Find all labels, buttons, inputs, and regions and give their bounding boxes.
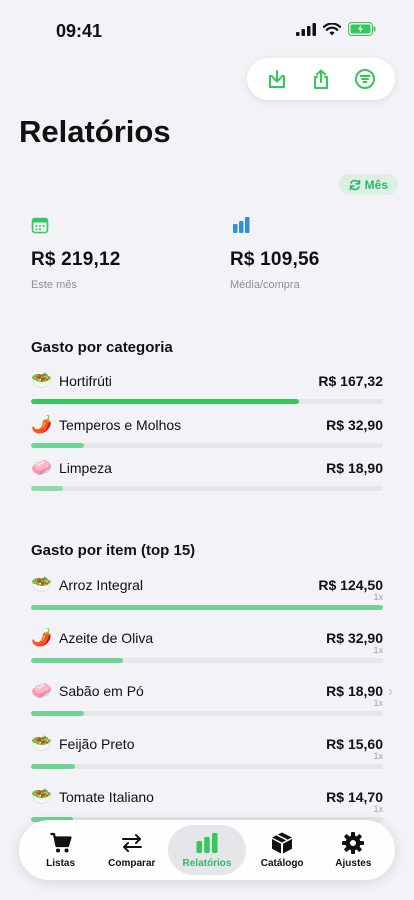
stat-label: Média/compra xyxy=(230,279,300,291)
category-amount: R$ 18,90 xyxy=(326,460,383,476)
stat-month: R$ 219,12 Este mês xyxy=(31,216,120,291)
item-row[interactable]: 🌶️ Azeite de Oliva R$ 32,90 1x xyxy=(31,628,383,663)
item-progress-bar xyxy=(31,605,383,610)
stat-label: Este mês xyxy=(31,279,77,291)
category-progress-fill xyxy=(31,486,63,491)
action-bar xyxy=(247,58,395,100)
tab-listas[interactable]: Listas xyxy=(26,825,96,875)
download-icon xyxy=(269,70,285,88)
battery-icon xyxy=(348,22,376,36)
tab-label: Comparar xyxy=(108,858,156,869)
item-name: Feijão Preto xyxy=(59,736,135,752)
gear-icon xyxy=(342,832,365,854)
chart-icon xyxy=(196,833,218,853)
item-amount: R$ 32,90 xyxy=(326,630,383,646)
item-row[interactable]: 🥗 Tomate Italiano R$ 14,70 1x xyxy=(31,787,383,822)
item-amount: R$ 18,90 xyxy=(326,683,383,699)
item-amount: R$ 15,60 xyxy=(326,736,383,752)
item-row[interactable]: 🥗 Arroz Integral R$ 124,50 1x xyxy=(31,575,383,610)
item-emoji-icon: 🌶️ xyxy=(31,628,53,647)
arrows-icon xyxy=(121,834,142,852)
chevron-right-icon: › xyxy=(388,683,393,700)
status-bar: 09:41 xyxy=(0,0,414,60)
stat-value: R$ 109,56 xyxy=(230,249,320,270)
tab-comparar[interactable]: Comparar xyxy=(97,825,167,875)
item-emoji-icon: 🥗 xyxy=(31,575,53,594)
cart-icon xyxy=(50,832,72,853)
category-name: Limpeza xyxy=(59,460,112,476)
tab-bar: Listas Comparar Relatórios Catálogo Ajus… xyxy=(19,820,395,880)
tab-label: Listas xyxy=(46,858,76,869)
item-name: Arroz Integral xyxy=(59,577,144,593)
download-button[interactable] xyxy=(264,66,290,92)
item-progress-bar xyxy=(31,764,383,769)
wifi-icon xyxy=(323,22,341,35)
category-progress-bar xyxy=(31,399,383,404)
category-progress-bar xyxy=(31,486,383,491)
period-label: Mês xyxy=(364,177,388,192)
bar-chart-icon xyxy=(233,217,250,233)
tab-catalogo[interactable]: Catálogo xyxy=(247,825,317,875)
item-amount: R$ 14,70 xyxy=(326,789,383,805)
category-emoji-icon: 🌶️ xyxy=(31,415,53,434)
item-emoji-icon: 🥗 xyxy=(31,734,53,753)
box-icon xyxy=(272,832,293,854)
item-section-title: Gasto por item (top 15) xyxy=(31,542,196,559)
stat-average: R$ 109,56 Média/compra xyxy=(230,216,319,291)
category-amount: R$ 32,90 xyxy=(326,417,383,433)
calendar-icon xyxy=(31,217,49,234)
tab-label: Relatórios xyxy=(182,858,232,869)
filter-button[interactable] xyxy=(352,66,378,92)
item-quantity: 1x xyxy=(373,645,383,655)
item-name: Sabão em Pó xyxy=(59,683,144,699)
stat-value: R$ 219,12 xyxy=(31,249,121,270)
signal-icon xyxy=(296,22,316,36)
category-row[interactable]: 🥗 Hortifrúti R$ 167,32 xyxy=(31,371,383,404)
category-progress-bar xyxy=(31,443,383,448)
category-emoji-icon: 🧼 xyxy=(31,458,53,477)
item-name: Azeite de Oliva xyxy=(59,630,154,646)
category-progress-fill xyxy=(31,443,84,448)
item-progress-bar xyxy=(31,658,383,663)
item-emoji-icon: 🧼 xyxy=(31,681,53,700)
tab-label: Ajustes xyxy=(335,858,372,869)
item-quantity: 1x xyxy=(373,804,383,814)
period-selector[interactable]: Mês xyxy=(338,174,398,195)
tab-relatorios[interactable]: Relatórios xyxy=(167,825,246,875)
item-progress-fill xyxy=(31,711,84,716)
category-progress-fill xyxy=(31,399,299,404)
category-name: Temperos e Molhos xyxy=(59,417,182,433)
category-row[interactable]: 🌶️ Temperos e Molhos R$ 32,90 xyxy=(31,415,383,448)
item-row[interactable]: 🧼 Sabão em Pó R$ 18,90 1x › xyxy=(31,681,393,716)
category-emoji-icon: 🥗 xyxy=(31,371,53,390)
tab-label: Catálogo xyxy=(260,858,304,869)
item-quantity: 1x xyxy=(373,592,383,602)
category-amount: R$ 167,32 xyxy=(318,373,383,389)
item-amount: R$ 124,50 xyxy=(318,577,383,593)
category-row[interactable]: 🧼 Limpeza R$ 18,90 xyxy=(31,458,383,491)
refresh-icon xyxy=(349,179,360,190)
status-time: 09:41 xyxy=(56,21,103,41)
item-name: Tomate Italiano xyxy=(59,789,154,805)
tab-ajustes[interactable]: Ajustes xyxy=(318,825,388,875)
page-title: Relatórios xyxy=(19,114,171,149)
item-quantity: 1x xyxy=(373,698,383,708)
item-progress-bar xyxy=(31,711,383,716)
item-emoji-icon: 🥗 xyxy=(31,787,53,806)
item-quantity: 1x xyxy=(373,751,383,761)
item-progress-fill xyxy=(31,605,383,610)
item-progress-fill xyxy=(31,658,123,663)
item-progress-fill xyxy=(31,764,75,769)
filter-icon xyxy=(355,69,375,89)
status-icons xyxy=(296,22,376,36)
share-icon xyxy=(314,69,328,89)
share-button[interactable] xyxy=(308,66,334,92)
category-section-title: Gasto por categoria xyxy=(31,339,173,356)
category-name: Hortifrúti xyxy=(59,373,112,389)
item-row[interactable]: 🥗 Feijão Preto R$ 15,60 1x xyxy=(31,734,383,769)
